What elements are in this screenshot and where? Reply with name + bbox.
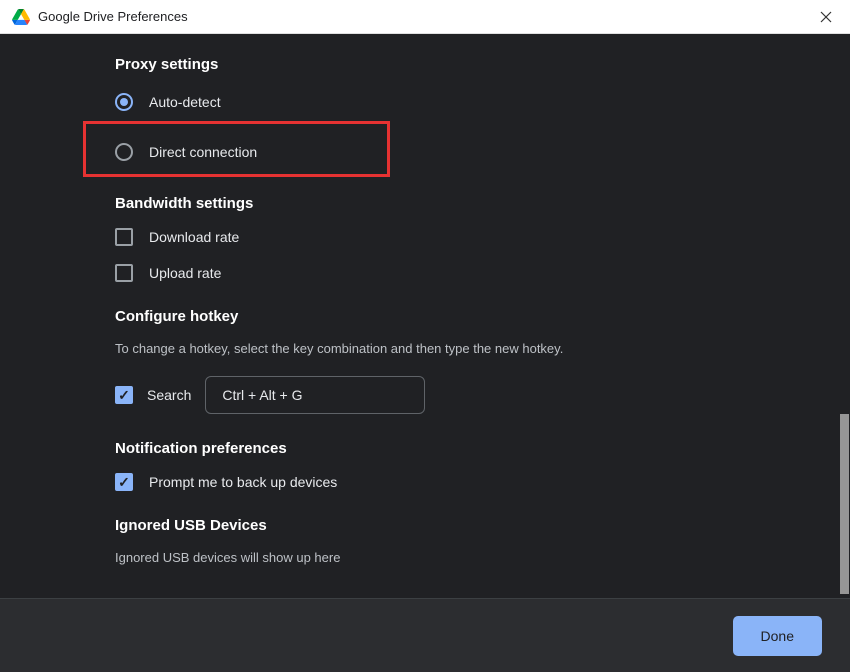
radio-label: Direct connection — [149, 144, 257, 160]
done-button[interactable]: Done — [733, 616, 822, 656]
search-label: Search — [147, 387, 191, 403]
hotkey-heading: Configure hotkey — [115, 308, 830, 325]
titlebar-left: Google Drive Preferences — [12, 9, 188, 25]
checkbox-prompt-backup[interactable]: ✓ Prompt me to back up devices — [115, 473, 830, 491]
footer: Done — [0, 598, 850, 672]
window-title: Google Drive Preferences — [38, 9, 188, 24]
checkbox-upload-rate[interactable]: Upload rate — [115, 264, 830, 282]
hotkey-input[interactable]: Ctrl + Alt + G — [205, 376, 425, 414]
usb-heading: Ignored USB Devices — [115, 517, 830, 534]
radio-direct-connection[interactable]: Direct connection — [115, 139, 830, 165]
titlebar: Google Drive Preferences — [0, 0, 850, 34]
scrollbar-thumb[interactable] — [840, 414, 849, 594]
checkbox-label: Download rate — [149, 229, 239, 245]
close-button[interactable] — [814, 5, 838, 29]
hotkey-search-row: ✓ Search Ctrl + Alt + G — [115, 376, 830, 414]
checkbox-icon: ✓ — [115, 473, 133, 491]
checkbox-label: Prompt me to back up devices — [149, 474, 337, 490]
checkbox-download-rate[interactable]: Download rate — [115, 228, 830, 246]
checkbox-icon — [115, 264, 133, 282]
close-icon — [820, 11, 832, 23]
radio-icon — [115, 143, 133, 161]
usb-help-text: Ignored USB devices will show up here — [115, 550, 830, 565]
hotkey-help-text: To change a hotkey, select the key combi… — [115, 341, 830, 356]
checkbox-search[interactable]: ✓ — [115, 386, 133, 404]
google-drive-icon — [12, 9, 30, 25]
proxy-heading: Proxy settings — [115, 56, 830, 73]
checkbox-label: Upload rate — [149, 265, 221, 281]
radio-auto-detect[interactable]: Auto-detect — [115, 89, 830, 115]
checkbox-icon — [115, 228, 133, 246]
notifications-heading: Notification preferences — [115, 440, 830, 457]
radio-icon — [115, 93, 133, 111]
radio-label: Auto-detect — [149, 94, 221, 110]
bandwidth-heading: Bandwidth settings — [115, 195, 830, 212]
settings-content: Proxy settings Auto-detect Direct connec… — [0, 34, 850, 598]
